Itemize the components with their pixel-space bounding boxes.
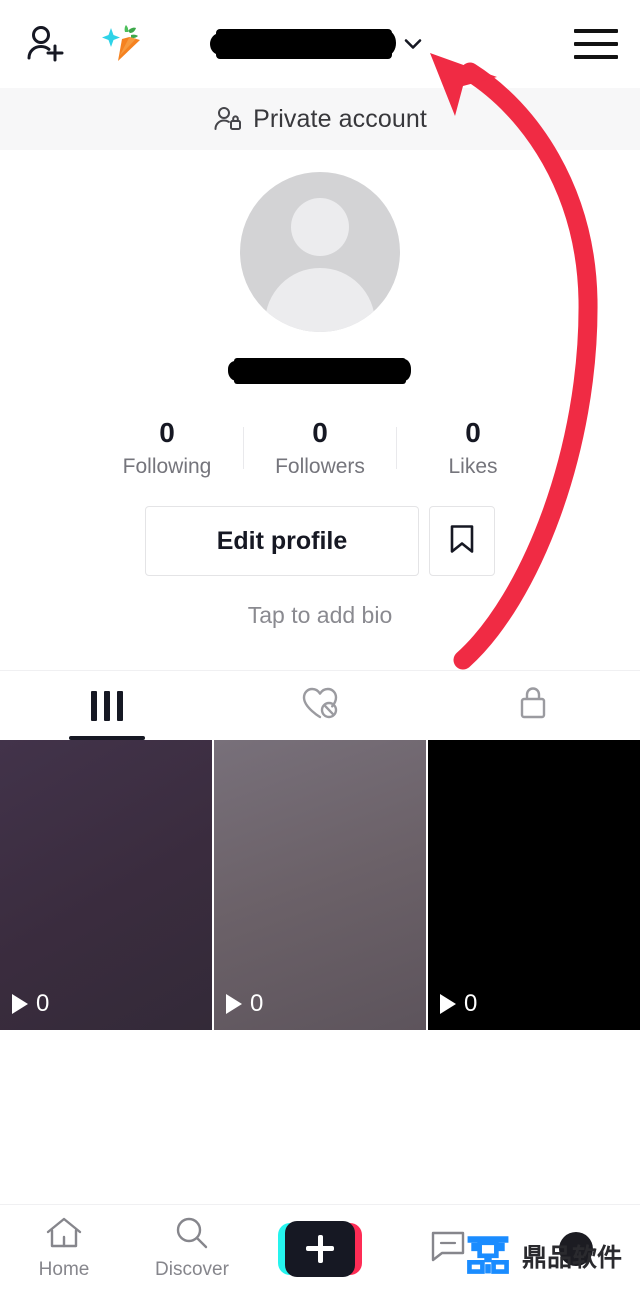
tab-videos[interactable] [0,671,213,740]
profile-actions-row: Edit profile [145,506,495,576]
display-name-redacted [228,358,411,384]
create-plus-icon[interactable] [278,1220,362,1277]
nav-label-home: Home [38,1259,90,1280]
chevron-down-icon[interactable] [402,33,424,55]
video-thumbnail[interactable]: 0 [0,740,212,1030]
nav-label-discover: Discover [155,1259,229,1280]
play-icon [12,994,28,1014]
edit-profile-button[interactable]: Edit profile [145,506,419,576]
plus-vertical [317,1234,323,1263]
create-core [285,1220,355,1277]
watermark: 鼎品软件 [462,1227,622,1284]
video-view-value: 0 [250,990,264,1017]
stat-followers[interactable]: 0 Followers [244,416,396,480]
stat-likes[interactable]: 0 Likes [397,416,549,480]
video-view-count: 0 [226,990,263,1018]
profile-section: 0 Following 0 Followers 0 Likes Edit pro… [0,150,640,629]
stat-following-label: Following [122,455,212,478]
video-view-value: 0 [464,990,478,1017]
stat-following-value: 0 [159,417,175,448]
stat-following[interactable]: 0 Following [91,416,243,480]
avatar-body-shape [265,268,375,332]
avatar-head-shape [291,198,349,256]
private-account-label: Private account [253,104,427,133]
username-redacted-label [210,29,396,59]
lock-icon [516,684,550,727]
stat-likes-value: 0 [465,417,481,448]
top-bar-left-icons [0,20,146,68]
profile-stats-row: 0 Following 0 Followers 0 Likes [91,416,549,480]
video-view-value: 0 [36,990,50,1017]
tiktok-profile-screen: Private account 0 Following 0 Followers … [0,0,640,1292]
bookmark-button[interactable] [429,506,495,576]
stat-followers-value: 0 [312,417,328,448]
top-bar [0,0,640,88]
heart-slash-icon [300,684,340,727]
video-view-count: 0 [12,990,49,1018]
video-thumbnail[interactable]: 0 [428,740,640,1030]
add-user-icon[interactable] [24,22,68,66]
watermark-text: 鼎品软件 [522,1242,623,1272]
ding-pin-logo-icon [462,1227,514,1284]
top-bar-right-icons [574,29,618,59]
bookmark-icon [448,523,476,560]
hamburger-menu-icon[interactable] [574,29,618,59]
stat-likes-label: Likes [448,455,498,478]
nav-item-discover[interactable]: Discover [128,1205,256,1292]
home-icon [45,1216,83,1255]
nav-item-create[interactable] [256,1205,384,1292]
default-avatar-icon[interactable] [240,172,400,332]
play-icon [440,994,456,1014]
private-account-banner[interactable]: Private account [0,88,640,150]
bio-placeholder[interactable]: Tap to add bio [248,602,393,629]
video-view-count: 0 [440,990,477,1018]
content-tabs [0,670,640,740]
private-person-lock-icon [213,104,243,134]
play-icon [226,994,242,1014]
grid-icon [90,690,123,721]
video-thumbnail[interactable]: 0 [214,740,426,1030]
carrot-sparkle-icon[interactable] [98,20,146,68]
nav-item-home[interactable]: Home [0,1205,128,1292]
tab-liked[interactable] [213,671,426,740]
stat-followers-label: Followers [275,455,365,478]
video-grid: 0 0 0 [0,740,640,1030]
tab-private[interactable] [427,671,640,740]
search-icon [174,1216,210,1255]
